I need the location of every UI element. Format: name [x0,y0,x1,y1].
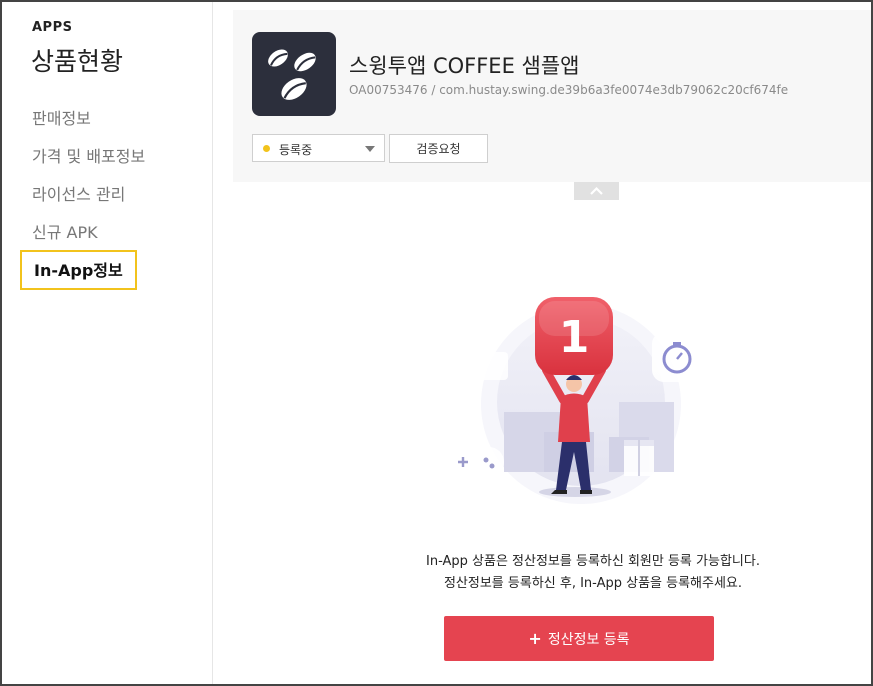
chevron-down-icon [365,146,375,152]
badge-number: 1 [559,312,590,363]
collapse-header-button[interactable] [574,182,619,200]
section-label: APPS [32,20,73,35]
sidebar: APPS 상품현황 판매정보 가격 및 배포정보 라이선스 관리 신규 APK … [2,2,213,684]
app-id: OA00753476 / com.hustay.swing.de39b6a3fe… [349,83,789,97]
notice-text: In-App 상품은 정산정보를 등록하신 회원만 등록 가능합니다. 정산정보… [313,551,871,595]
coffee-beans-icon [252,32,336,116]
status-select[interactable]: 등록중 [252,134,385,162]
sidebar-item-license[interactable]: 라이선스 관리 [32,181,125,205]
sidebar-item-price-distribution[interactable]: 가격 및 배포정보 [32,143,145,167]
verify-request-button[interactable]: 검증요청 [389,134,488,163]
sidebar-title: 상품현황 [31,47,124,76]
app-header: 스윙투앱 COFFEE 샘플앱 OA00753476 / com.hustay.… [233,10,871,182]
notice-line-1: In-App 상품은 정산정보를 등록하신 회원만 등록 가능합니다. [426,554,760,569]
main-content: 스윙투앱 COFFEE 샘플앱 OA00753476 / com.hustay.… [213,2,871,684]
app-window: APPS 상품현황 판매정보 가격 및 배포정보 라이선스 관리 신규 APK … [0,0,873,686]
register-settlement-button[interactable]: + 정산정보 등록 [444,616,714,661]
notice-line-2: 정산정보를 등록하신 후, In-App 상품을 등록해주세요. [443,576,743,591]
status-value: 등록중 [279,143,313,157]
plus-icon: + [528,629,542,648]
sidebar-item-inapp[interactable]: In-App정보 [20,250,137,290]
app-name: 스윙투앱 COFFEE 샘플앱 [349,54,580,78]
sidebar-item-sales-info[interactable]: 판매정보 [32,105,91,129]
inapp-illustration: 1 [434,292,734,512]
chevron-up-icon [590,186,603,195]
status-dot-icon [263,145,270,152]
register-settlement-label: 정산정보 등록 [547,631,630,648]
sidebar-item-new-apk[interactable]: 신규 APK [32,219,98,243]
